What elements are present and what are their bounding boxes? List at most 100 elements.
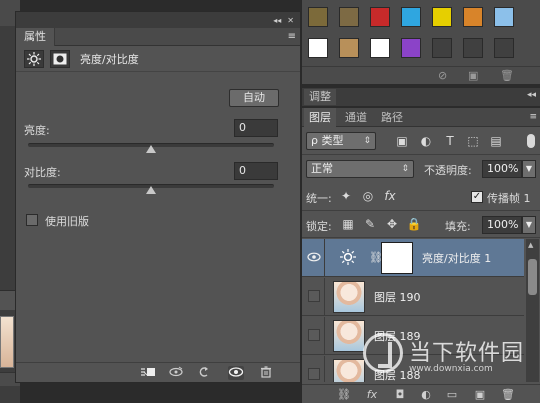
tab-paths[interactable]: 路径 <box>376 108 408 127</box>
visibility-toggle[interactable] <box>308 368 320 380</box>
new-layer-icon[interactable]: ▣ <box>472 388 488 402</box>
toggle-visibility-icon[interactable] <box>228 366 244 380</box>
auto-button[interactable]: 自动 <box>229 89 279 107</box>
collapse-panel-icon[interactable]: ◂◂ <box>527 90 536 100</box>
layer-mask-icon[interactable] <box>50 49 70 68</box>
layer-mask-thumbnail[interactable] <box>381 242 413 274</box>
swatch[interactable] <box>432 38 452 58</box>
swatch[interactable] <box>370 38 390 58</box>
delete-icon[interactable]: 🗑 <box>500 388 516 402</box>
divider <box>324 317 325 355</box>
reset-icon[interactable] <box>196 366 212 380</box>
swatch[interactable] <box>401 38 421 58</box>
swatch[interactable] <box>339 7 359 27</box>
swatch[interactable] <box>308 7 328 27</box>
panel-menu-icon[interactable]: ≡ <box>529 112 537 122</box>
clip-to-layer-icon[interactable] <box>140 366 156 380</box>
tab-adjustments[interactable]: 调整 <box>304 89 336 105</box>
layer-thumbnail[interactable] <box>333 359 365 382</box>
divider <box>302 154 540 155</box>
lock-all-icon[interactable]: 🔒 <box>406 216 422 232</box>
layers-bottombar: ⛓ fx ◘ ◐ ▭ ▣ 🗑 <box>302 384 540 403</box>
layer-list-scrollbar[interactable]: ▲ <box>526 239 539 382</box>
properties-titlebar: 属性 ≡ <box>16 28 300 46</box>
delete-icon[interactable]: 🗑 <box>500 69 514 82</box>
link-icon[interactable]: ⛓ <box>336 388 352 402</box>
lock-transparency-icon[interactable]: ▦ <box>340 216 356 232</box>
layer-name[interactable]: 图层 188 <box>374 367 421 382</box>
visibility-toggle[interactable] <box>308 329 320 341</box>
swatch[interactable] <box>494 38 514 58</box>
scroll-up-icon[interactable]: ▲ <box>528 241 533 249</box>
adjustment-icon[interactable]: ◐ <box>418 388 434 402</box>
layer-row-brightness-contrast[interactable]: ⛓ 亮度/对比度 1 <box>302 239 524 277</box>
layer-thumbnail[interactable] <box>333 320 365 352</box>
brightness-slider-thumb[interactable] <box>146 145 156 153</box>
filter-toggle[interactable] <box>527 134 535 148</box>
divider <box>302 210 540 211</box>
divider <box>324 356 325 382</box>
swatch[interactable] <box>432 7 452 27</box>
unify-position-icon[interactable]: ✦ <box>338 188 354 204</box>
adjustment-filter-icon[interactable]: ◐ <box>418 133 434 149</box>
smart-object-filter-icon[interactable]: ▤ <box>488 133 504 149</box>
layer-name[interactable]: 亮度/对比度 1 <box>422 250 491 266</box>
legacy-checkbox[interactable] <box>26 214 38 226</box>
type-filter-icon[interactable]: T <box>442 133 458 149</box>
close-panel-icon[interactable]: ✕ <box>287 16 294 25</box>
swatch[interactable] <box>494 7 514 27</box>
swatch[interactable] <box>401 7 421 27</box>
new-swatch-icon[interactable]: ▣ <box>468 69 478 82</box>
unify-visibility-icon[interactable]: ◎ <box>360 188 376 204</box>
timeline-frame-thumbnail[interactable] <box>0 316 14 368</box>
brightness-contrast-icon[interactable] <box>24 49 44 68</box>
swatch[interactable] <box>339 38 359 58</box>
swatch[interactable] <box>463 38 483 58</box>
panel-menu-icon[interactable]: ≡ <box>288 31 296 42</box>
brightness-contrast-icon[interactable] <box>338 249 358 267</box>
lock-pixels-icon[interactable]: ✎ <box>362 216 378 232</box>
collapse-panel-icon[interactable]: ◂◂ <box>273 16 281 25</box>
swatch[interactable] <box>370 7 390 27</box>
unify-label: 统一: <box>306 192 332 205</box>
swatch[interactable] <box>463 7 483 27</box>
fill-dropdown-button[interactable]: ▼ <box>522 216 536 234</box>
tab-properties[interactable]: 属性 <box>16 28 55 46</box>
layer-thumbnail[interactable] <box>333 281 365 313</box>
swatches-bottombar: ⊘ ▣ 🗑 <box>302 66 540 84</box>
layer-row[interactable]: 图层 190 <box>302 278 524 316</box>
shape-filter-icon[interactable]: ⬚ <box>465 133 481 149</box>
tab-layers[interactable]: 图层 <box>304 108 336 127</box>
layer-name[interactable]: 图层 189 <box>374 328 421 344</box>
divider <box>324 278 325 316</box>
layer-row[interactable]: 图层 189 <box>302 317 524 355</box>
unify-style-icon[interactable]: fx <box>382 188 398 204</box>
folder-icon[interactable]: ▭ <box>444 388 460 402</box>
layer-name[interactable]: 图层 190 <box>374 289 421 305</box>
tab-channels[interactable]: 通道 <box>340 108 372 127</box>
view-previous-state-icon[interactable] <box>168 366 184 380</box>
propagate-frame-checkbox[interactable]: ✓ <box>471 191 483 203</box>
no-icon[interactable]: ⊘ <box>438 69 447 82</box>
mask-icon[interactable]: ◘ <box>392 388 408 402</box>
fx-icon[interactable]: fx <box>364 388 380 402</box>
visibility-toggle[interactable] <box>308 290 320 302</box>
filter-kind-select[interactable]: ρ 类型 ⇕ <box>306 132 376 150</box>
pixel-filter-icon[interactable]: ▣ <box>394 133 410 149</box>
layer-row[interactable]: 图层 188 <box>302 356 524 382</box>
contrast-input[interactable]: 0 <box>234 162 278 180</box>
delete-icon[interactable] <box>258 366 274 380</box>
chain-link-icon[interactable]: ⛓ <box>369 249 383 267</box>
eye-icon[interactable] <box>306 250 322 266</box>
chevron-updown-icon: ⇕ <box>401 164 409 174</box>
opacity-dropdown-button[interactable]: ▼ <box>522 160 536 178</box>
swatch[interactable] <box>308 38 328 58</box>
adjustments-tabbar: 调整 ◂◂ <box>301 88 540 106</box>
contrast-slider-thumb[interactable] <box>146 186 156 194</box>
opacity-input[interactable]: 100% <box>482 160 522 178</box>
scrollbar-thumb[interactable] <box>528 259 537 295</box>
lock-position-icon[interactable]: ✥ <box>384 216 400 232</box>
fill-input[interactable]: 100% <box>482 216 522 234</box>
brightness-input[interactable]: 0 <box>234 119 278 137</box>
blend-mode-select[interactable]: 正常 ⇕ <box>306 160 414 178</box>
